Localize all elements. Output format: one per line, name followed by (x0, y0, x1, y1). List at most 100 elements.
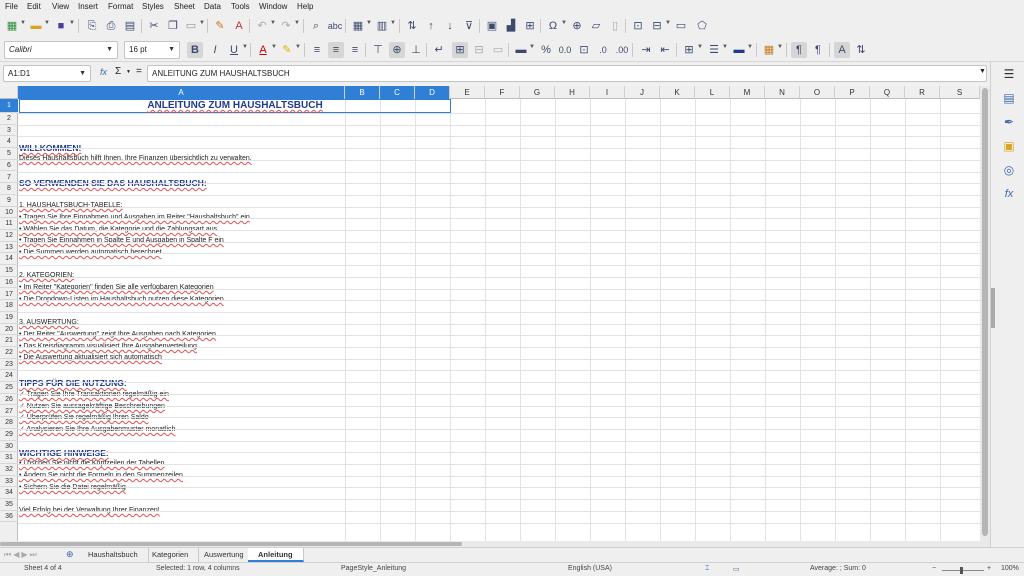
subheading-categories[interactable]: 2. KATEGORIEN: (19, 272, 74, 279)
column-header[interactable]: A (18, 86, 345, 99)
special-character-icon[interactable]: Ω (545, 18, 561, 34)
number-format-icon[interactable]: 0.0 (557, 42, 573, 58)
menu-styles[interactable]: Styles (142, 2, 164, 11)
spelling-icon[interactable]: abc (327, 18, 343, 34)
pivot-table-icon[interactable]: ⊞ (522, 18, 538, 34)
insert-image-icon[interactable]: ▣ (484, 18, 500, 34)
column-header[interactable]: C (380, 86, 415, 99)
cell-text[interactable]: • Tragen Sie Einnahmen in Spalte E und A… (19, 237, 224, 244)
formula-input[interactable]: ANLEITUNG ZUM HAUSHALTSBUCH (147, 65, 987, 82)
horizontal-scroll-thumb[interactable] (0, 542, 462, 546)
define-print-area-icon[interactable]: ⊡ (630, 18, 646, 34)
new-document-icon[interactable]: ▦ (4, 18, 20, 34)
row-header[interactable]: 36 (0, 511, 18, 523)
column-header[interactable]: S (940, 86, 980, 99)
border-color-icon[interactable]: ▬ (731, 42, 747, 58)
menu-format[interactable]: Format (108, 2, 133, 11)
subheading-evaluation[interactable]: 3. AUSWERTUNG: (19, 319, 79, 326)
highlight-color-icon[interactable]: ✎ (279, 42, 295, 58)
underline-icon[interactable]: U (226, 42, 242, 58)
row-header[interactable]: 16 (0, 277, 18, 289)
formula-icon[interactable]: = (136, 66, 142, 77)
font-color-icon[interactable]: A (255, 42, 271, 58)
row-header[interactable]: 13 (0, 242, 18, 254)
menu-window[interactable]: Window (259, 2, 287, 11)
print-preview-icon[interactable]: ▤ (122, 18, 138, 34)
row-header[interactable]: 15 (0, 265, 18, 277)
tab-haushaltsbuch[interactable]: Haushaltsbuch (78, 548, 149, 562)
row-header[interactable]: 35 (0, 499, 18, 511)
row-header[interactable]: 1 (0, 99, 18, 113)
row-header[interactable]: 10 (0, 207, 18, 219)
wrap-text-icon[interactable]: ↵ (431, 42, 447, 58)
row-header[interactable]: 17 (0, 289, 18, 301)
column-header[interactable]: K (660, 86, 695, 99)
column-header[interactable]: N (765, 86, 800, 99)
tab-anleitung[interactable]: Anleitung (248, 548, 304, 562)
conditional-format-icon[interactable]: ▦ (761, 42, 777, 58)
row-header[interactable]: 4 (0, 136, 18, 149)
zoom-slider[interactable] (942, 570, 984, 571)
zoom-level[interactable]: 100% (1001, 565, 1019, 572)
row-header[interactable]: 20 (0, 324, 18, 336)
input-mode-icon[interactable]: ⌶ (705, 565, 709, 573)
row-header[interactable]: 11 (0, 218, 18, 230)
chevron-down-icon[interactable]: ▼ (69, 20, 75, 26)
font-name-combo[interactable]: Calibri ▼ (4, 41, 118, 59)
tab-auswertung[interactable]: Auswertung (194, 548, 255, 562)
function-wizard-icon[interactable]: fx (100, 67, 107, 77)
sidebar-resize-handle[interactable] (991, 288, 995, 328)
tab-navigation-arrows-icon[interactable]: ⏮◀▶⏭ (4, 550, 39, 560)
styles-icon[interactable]: ✒ (1001, 114, 1017, 130)
row-header[interactable]: 28 (0, 417, 18, 429)
tab-kategorien[interactable]: Kategorien (142, 548, 200, 562)
column-header[interactable]: M (730, 86, 765, 99)
expand-formula-bar-icon[interactable]: ▼ (979, 68, 986, 75)
row-header[interactable]: 25 (0, 382, 18, 394)
zoom-out-icon[interactable]: − (932, 565, 936, 572)
column-header[interactable]: R (905, 86, 940, 99)
sum-icon[interactable]: Σ (115, 66, 121, 77)
navigator-icon[interactable]: ◎ (1001, 162, 1017, 178)
row-header[interactable]: 6 (0, 160, 18, 172)
chevron-down-icon[interactable]: ▼ (747, 44, 753, 50)
row-header[interactable]: 18 (0, 300, 18, 312)
row-header[interactable]: 9 (0, 195, 18, 207)
sidebar-menu-icon[interactable]: ☰ (1001, 66, 1017, 82)
column-header[interactable]: H (555, 86, 590, 99)
align-top-icon[interactable]: ⊤ (370, 42, 386, 58)
row-header[interactable]: 5 (0, 148, 18, 160)
redo-icon[interactable]: ↷ (278, 18, 294, 34)
row-header[interactable]: 29 (0, 429, 18, 441)
column-header[interactable]: D (415, 86, 450, 99)
save-icon[interactable]: ■ (53, 18, 69, 34)
properties-icon[interactable]: ▤ (1001, 90, 1017, 106)
row-header[interactable]: 7 (0, 172, 18, 184)
borders-icon[interactable]: ⊞ (681, 42, 697, 58)
vertical-text-icon[interactable]: A (834, 42, 850, 58)
name-box[interactable]: A1:D1 ▼ (3, 65, 91, 82)
clone-formatting-icon[interactable]: ✎ (212, 18, 228, 34)
row-header[interactable]: 8 (0, 183, 18, 195)
column-header[interactable]: B (345, 86, 380, 99)
row-header[interactable]: 34 (0, 487, 18, 500)
text-direction-left-icon[interactable]: ¶ (791, 42, 807, 58)
headers-footers-icon[interactable]: ▯ (607, 18, 623, 34)
chevron-down-icon[interactable]: ▼ (79, 66, 86, 82)
chevron-down-icon[interactable]: ▼ (665, 20, 671, 26)
copy-icon[interactable]: ❐ (165, 18, 181, 34)
find-replace-icon[interactable]: ⌕ (308, 18, 324, 34)
add-sheet-icon[interactable]: ⊕ (66, 549, 74, 560)
unmerge-icon[interactable]: ⊟ (471, 42, 487, 58)
vertical-scroll-thumb[interactable] (982, 88, 988, 536)
align-left-icon[interactable]: ≡ (309, 42, 325, 58)
currency-format-icon[interactable]: ▬ (513, 42, 529, 58)
italic-icon[interactable]: I (207, 42, 223, 58)
menu-help[interactable]: Help (297, 2, 313, 11)
cell-text[interactable]: Dieses Haushaltsbuch hilft Ihnen, Ihre F… (19, 155, 252, 162)
decrease-indent-icon[interactable]: ⇤ (657, 42, 673, 58)
split-window-icon[interactable]: ▭ (673, 18, 689, 34)
row-header[interactable]: 30 (0, 441, 18, 453)
status-page-style[interactable]: PageStyle_Anleitung (341, 565, 406, 572)
menu-edit[interactable]: Edit (27, 2, 41, 11)
